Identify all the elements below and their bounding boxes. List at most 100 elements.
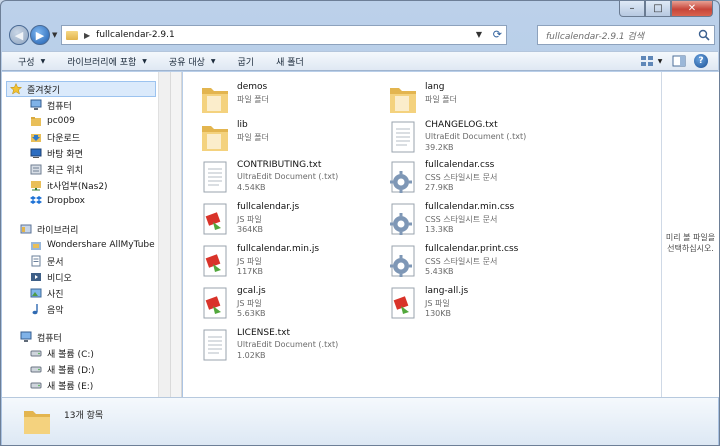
sidebar-favorites[interactable]: 즐겨찾기 <box>6 81 156 97</box>
downloads-folder-icon <box>31 134 41 142</box>
library-icon <box>20 224 32 234</box>
chevron-down-icon: ▼ <box>142 57 147 65</box>
file-item-demos[interactable]: demos 파일 폴더 <box>199 82 379 118</box>
dropbox-icon <box>30 196 42 204</box>
file-item-contributing[interactable]: CONTRIBUTING.txt UltraEdit Document (.tx… <box>199 160 379 196</box>
search-box[interactable]: fullcalendar-2.9.1 검색 <box>537 25 715 45</box>
sidebar-item-music[interactable]: 음악 <box>30 301 64 317</box>
address-dropdown-icon[interactable]: ▼ <box>476 30 482 39</box>
sidebar-item-desktop[interactable]: 바탕 화면 <box>30 145 83 161</box>
burn-button[interactable]: 굽기 <box>238 55 255 68</box>
minimize-button[interactable]: – <box>619 1 645 17</box>
breadcrumb-arrow-icon[interactable]: ▶ <box>84 31 90 40</box>
navigation-pane: 즐겨찾기 컴퓨터 pc009 다운로드 바탕 화면 최근 위치 it사업부(Na… <box>2 72 170 397</box>
sidebar-item-computer[interactable]: 컴퓨터 <box>30 97 72 113</box>
address-bar[interactable]: ▶ fullcalendar-2.9.1 ▼ ⟳ <box>61 25 507 45</box>
computer-icon <box>20 331 32 342</box>
address-row: ◀ ▶ ▼ ▶ fullcalendar-2.9.1 ▼ ⟳ fullcalen… <box>7 23 715 47</box>
js-file-icon <box>203 203 227 235</box>
back-button[interactable]: ◀ <box>9 25 29 45</box>
file-item-fullcalendar-js[interactable]: fullcalendar.js JS 파일 364KB <box>199 202 379 238</box>
arrow-left-icon: ◀ <box>14 28 24 42</box>
view-dropdown-icon[interactable]: ▼ <box>656 54 664 68</box>
refresh-icon[interactable]: ⟳ <box>493 28 502 41</box>
sidebar-item-drive-e[interactable]: 새 볼륨 (E:) <box>30 377 93 393</box>
sidebar-item-pc009[interactable]: pc009 <box>30 113 75 129</box>
folder-icon <box>202 88 228 113</box>
file-item-fullcalendar-print-css[interactable]: fullcalendar.print.css CSS 스타일시트 문서 5.43… <box>387 244 567 280</box>
js-file-icon <box>203 245 227 277</box>
close-button[interactable]: ✕ <box>671 1 713 17</box>
caption-buttons: – □ ✕ <box>619 1 713 17</box>
file-item-fullcalendar-min-js[interactable]: fullcalendar.min.js JS 파일 117KB <box>199 244 379 280</box>
text-document-icon <box>203 329 227 361</box>
drive-icon <box>30 350 42 357</box>
folder-icon <box>24 411 50 434</box>
computer-icon <box>30 99 42 110</box>
organize-menu[interactable]: 구성 ▼ <box>18 55 45 68</box>
search-input[interactable]: fullcalendar-2.9.1 검색 <box>546 29 644 42</box>
sidebar-item-wondershare[interactable]: Wondershare AllMyTube <box>30 237 155 253</box>
help-icon[interactable]: ? <box>694 54 708 68</box>
sidebar-libraries[interactable]: 라이브러리 <box>20 221 78 237</box>
desktop-icon <box>30 148 42 158</box>
js-file-icon <box>203 287 227 319</box>
videos-icon <box>31 273 41 281</box>
drive-icon <box>30 366 42 373</box>
navigation-scrollbar[interactable] <box>158 72 170 397</box>
arrow-right-icon: ▶ <box>35 28 45 42</box>
file-item-lang-all-js[interactable]: lang-all.js JS 파일 130KB <box>387 286 567 322</box>
maximize-button[interactable]: □ <box>645 1 671 17</box>
pane-splitter[interactable] <box>170 72 182 397</box>
preview-pane-icon[interactable] <box>672 54 686 68</box>
pictures-icon <box>30 288 42 298</box>
star-icon <box>10 83 22 95</box>
sidebar-item-drive-c[interactable]: 새 볼륨 (C:) <box>30 345 94 361</box>
file-item-changelog[interactable]: CHANGELOG.txt UltraEdit Document (.txt) … <box>387 120 567 156</box>
recent-pages-dropdown[interactable]: ▼ <box>52 31 57 39</box>
sidebar-item-recent-places[interactable]: 최근 위치 <box>30 161 83 177</box>
explorer-window: – □ ✕ ◀ ▶ ▼ ▶ fullcalendar-2.9.1 ▼ ⟳ ful… <box>0 0 720 446</box>
documents-icon <box>31 255 41 267</box>
breadcrumb-current[interactable]: fullcalendar-2.9.1 <box>96 30 175 40</box>
file-item-gcal-js[interactable]: gcal.js JS 파일 5.63KB <box>199 286 379 322</box>
library-folder-icon <box>31 242 41 250</box>
sidebar-item-pictures[interactable]: 사진 <box>30 285 64 301</box>
sidebar-item-dropbox[interactable]: Dropbox <box>30 193 85 209</box>
preview-pane: 미리 볼 파일을 선택하십시오. <box>661 72 719 397</box>
chevron-down-icon: ▼ <box>40 57 46 65</box>
file-item-license[interactable]: LICENSE.txt UltraEdit Document (.txt) 1.… <box>199 328 379 364</box>
search-icon[interactable] <box>698 29 710 41</box>
sidebar-item-documents[interactable]: 문서 <box>30 253 64 269</box>
recent-places-icon <box>30 164 42 175</box>
chevron-down-icon: ▼ <box>210 57 216 65</box>
details-pane: 13개 항목 <box>2 397 718 445</box>
folder-icon <box>202 126 228 151</box>
folder-icon <box>66 30 78 40</box>
folder-icon <box>31 117 41 126</box>
css-file-icon <box>390 203 415 235</box>
file-item-fullcalendar-css[interactable]: fullcalendar.css CSS 스타일시트 문서 27.9KB <box>387 160 567 196</box>
sidebar-item-downloads[interactable]: 다운로드 <box>30 129 80 145</box>
view-controls: ▼ ? <box>632 54 708 68</box>
view-options-icon[interactable] <box>640 54 654 68</box>
css-file-icon <box>390 245 415 277</box>
sidebar-item-videos[interactable]: 비디오 <box>30 269 72 285</box>
share-with-menu[interactable]: 공유 대상 ▼ <box>169 55 216 68</box>
sidebar-computer[interactable]: 컴퓨터 <box>20 329 62 345</box>
new-folder-button[interactable]: 새 폴더 <box>276 55 304 68</box>
text-document-icon <box>203 161 227 193</box>
js-file-icon <box>391 287 415 319</box>
command-bar: 구성 ▼ 라이브러리에 포함 ▼ 공유 대상 ▼ 굽기 새 폴더 ▼ ? <box>2 51 718 71</box>
sidebar-item-drive-d[interactable]: 새 볼륨 (D:) <box>30 361 95 377</box>
file-item-lib[interactable]: lib 파일 폴더 <box>199 120 379 156</box>
file-item-fullcalendar-min-css[interactable]: fullcalendar.min.css CSS 스타일시트 문서 13.3KB <box>387 202 567 238</box>
file-list: demos 파일 폴더 lib 파일 폴더 CONTRIBUTING.txt U… <box>183 72 661 397</box>
include-in-library-menu[interactable]: 라이브러리에 포함 ▼ <box>67 55 147 68</box>
sidebar-item-network-share[interactable]: it사업부(Nas2) <box>30 177 108 193</box>
css-file-icon <box>390 161 415 193</box>
file-item-lang[interactable]: lang 파일 폴더 <box>387 82 567 118</box>
forward-button[interactable]: ▶ <box>30 25 50 45</box>
item-count: 13개 항목 <box>64 411 104 421</box>
preview-message: 미리 볼 파일을 선택하십시오. <box>665 232 716 253</box>
